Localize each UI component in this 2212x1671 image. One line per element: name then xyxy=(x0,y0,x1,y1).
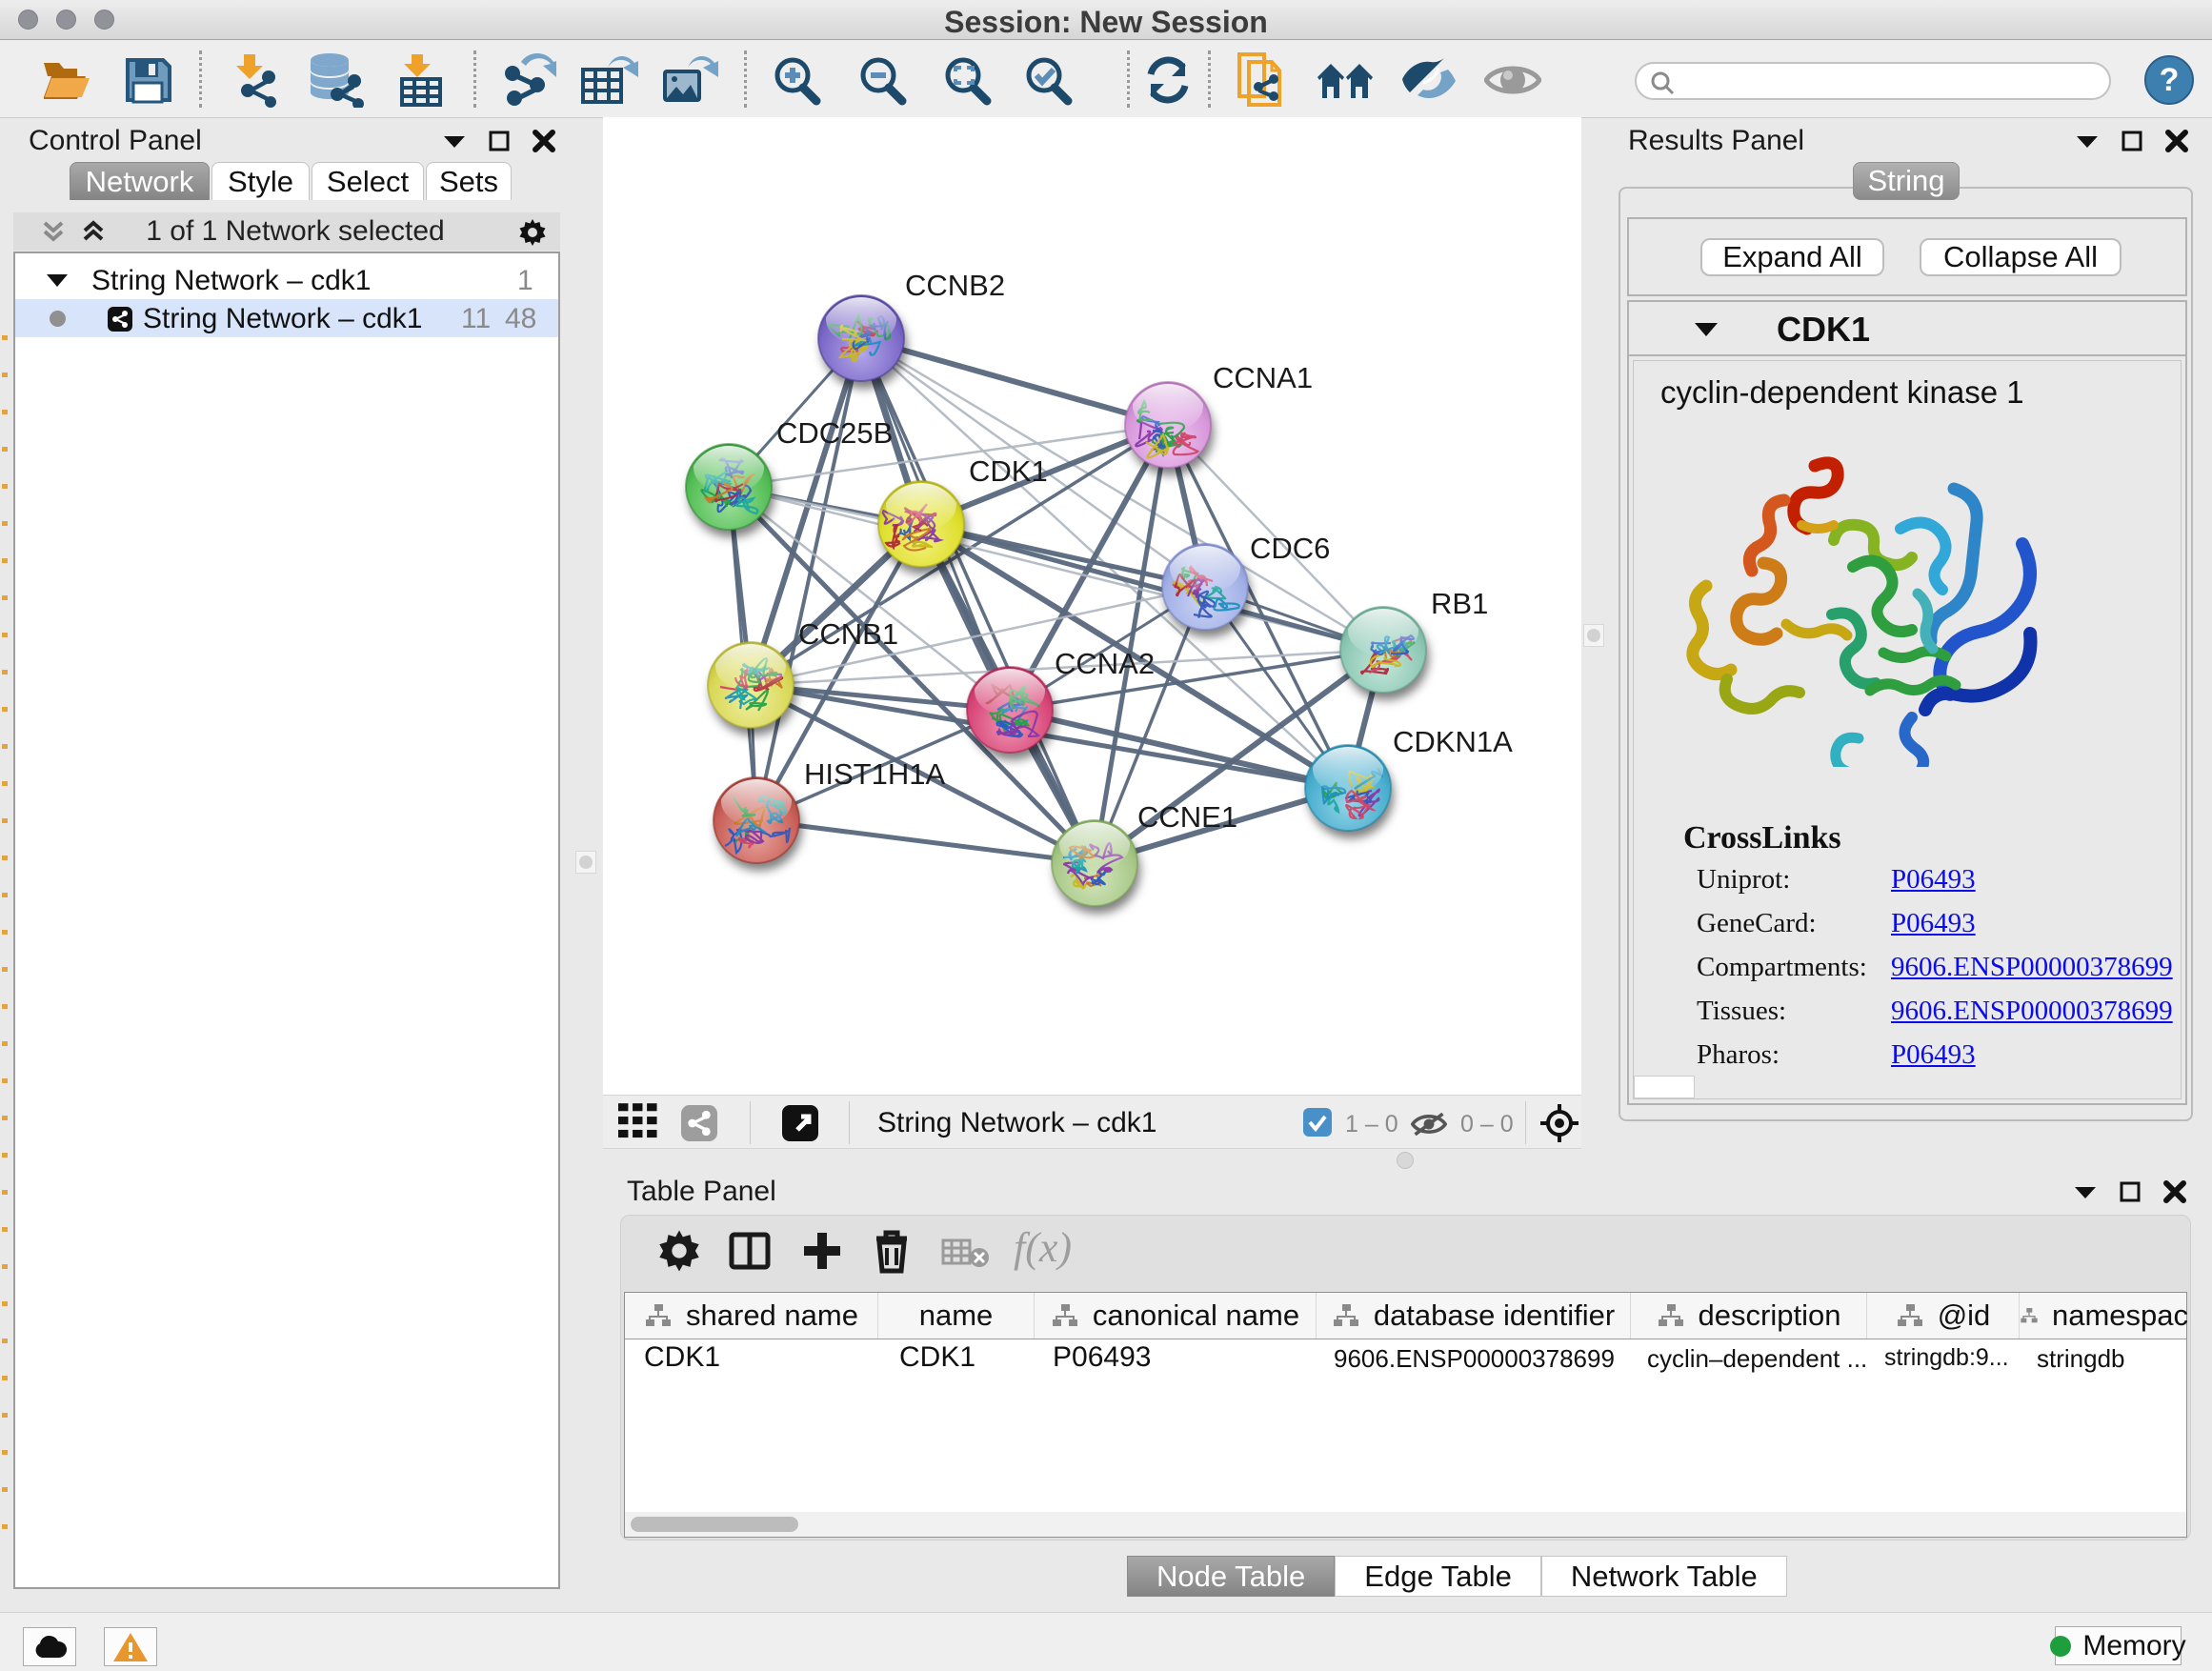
svg-text:CCNA1: CCNA1 xyxy=(1213,361,1313,394)
svg-text:CDK1: CDK1 xyxy=(969,454,1048,488)
svg-text:RB1: RB1 xyxy=(1431,587,1488,620)
svg-text:CCNB2: CCNB2 xyxy=(905,269,1005,302)
svg-text:CCNB1: CCNB1 xyxy=(798,617,898,651)
svg-text:HIST1H1A: HIST1H1A xyxy=(804,757,945,791)
svg-text:?: ? xyxy=(2160,62,2180,98)
svg-text:CCNE1: CCNE1 xyxy=(1137,800,1237,834)
svg-text:CDC6: CDC6 xyxy=(1250,532,1330,565)
svg-text:CDC25B: CDC25B xyxy=(776,416,893,450)
svg-text:CDKN1A: CDKN1A xyxy=(1393,725,1513,758)
svg-text:CCNA2: CCNA2 xyxy=(1055,647,1155,680)
